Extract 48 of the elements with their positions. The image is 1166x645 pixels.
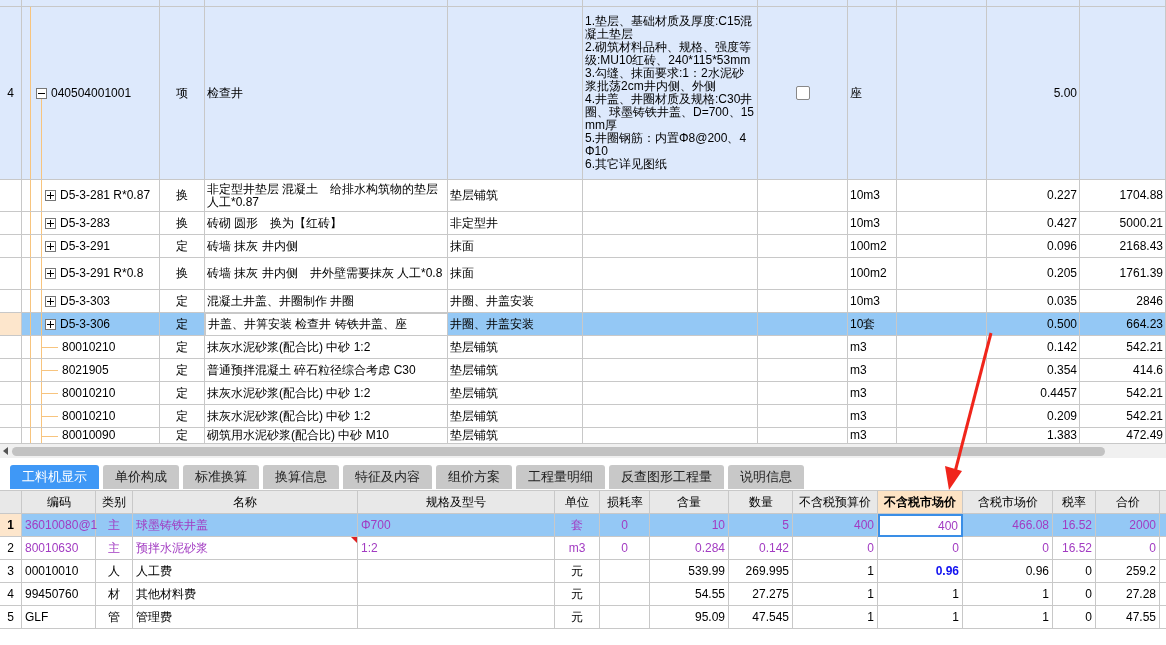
tab[interactable]: 标准换算 xyxy=(183,465,259,489)
expand-icon[interactable] xyxy=(45,268,56,279)
tab[interactable]: 换算信息 xyxy=(263,465,339,489)
table-cell: 1 xyxy=(878,606,963,629)
table-cell: 47.55 xyxy=(1096,606,1160,629)
checkbox[interactable] xyxy=(795,86,810,100)
code-text: D5-3-283 xyxy=(60,216,111,230)
collapse-icon[interactable] xyxy=(36,87,47,99)
code-text: D5-3-306 xyxy=(60,317,111,331)
code-text: 8021905 xyxy=(62,363,109,377)
code-text: 040504001001 xyxy=(51,86,132,100)
tab[interactable]: 单价构成 xyxy=(103,465,179,489)
table-cell: GLF xyxy=(22,606,96,629)
column-header[interactable]: 不含税市场价 xyxy=(878,491,963,514)
table-cell: 0 xyxy=(1053,606,1096,629)
row-header[interactable]: 5 xyxy=(0,606,22,629)
code-text: 80010090 xyxy=(62,429,116,442)
table-cell: 井盖、井箅安装 检查井 铸铁井盖、座 xyxy=(205,313,448,336)
expand-icon[interactable] xyxy=(45,190,56,201)
tab[interactable]: 特征及内容 xyxy=(343,465,432,489)
expand-icon[interactable] xyxy=(45,318,56,330)
tab[interactable]: 组价方案 xyxy=(436,465,512,489)
scrollbar-thumb[interactable] xyxy=(12,446,1105,456)
expand-icon[interactable] xyxy=(45,240,56,252)
row-header: 4 xyxy=(0,7,22,180)
table-cell xyxy=(600,606,650,629)
tab[interactable]: 工程量明细 xyxy=(516,465,605,489)
code-text: D5-3-291 xyxy=(60,239,111,253)
code-text: 80010210 xyxy=(62,409,116,423)
table-cell: 1 xyxy=(793,606,878,629)
code-text: 80010210 xyxy=(62,386,116,400)
code-text: D5-3-303 xyxy=(60,294,111,308)
row-header[interactable]: 1 xyxy=(0,514,22,537)
code-text: D5-3-281 R*0.87 xyxy=(60,189,151,202)
table-cell: 47.545 xyxy=(729,606,793,629)
table-cell: 管理费 xyxy=(133,606,358,629)
code-text: D5-3-291 R*0.8 xyxy=(60,267,144,280)
code-text: 80010210 xyxy=(62,340,116,354)
tab[interactable]: 说明信息 xyxy=(728,465,804,489)
table-cell: 95.09 xyxy=(650,606,729,629)
table-cell: 元 xyxy=(555,606,600,629)
expand-icon[interactable] xyxy=(45,295,56,307)
scroll-left-icon[interactable] xyxy=(3,447,8,455)
tab[interactable]: 反查图形工程量 xyxy=(609,465,724,489)
table-cell: 400 xyxy=(878,514,963,537)
expand-icon[interactable] xyxy=(45,217,56,229)
table-cell: 管 xyxy=(96,606,133,629)
table-cell: 1 xyxy=(963,606,1053,629)
